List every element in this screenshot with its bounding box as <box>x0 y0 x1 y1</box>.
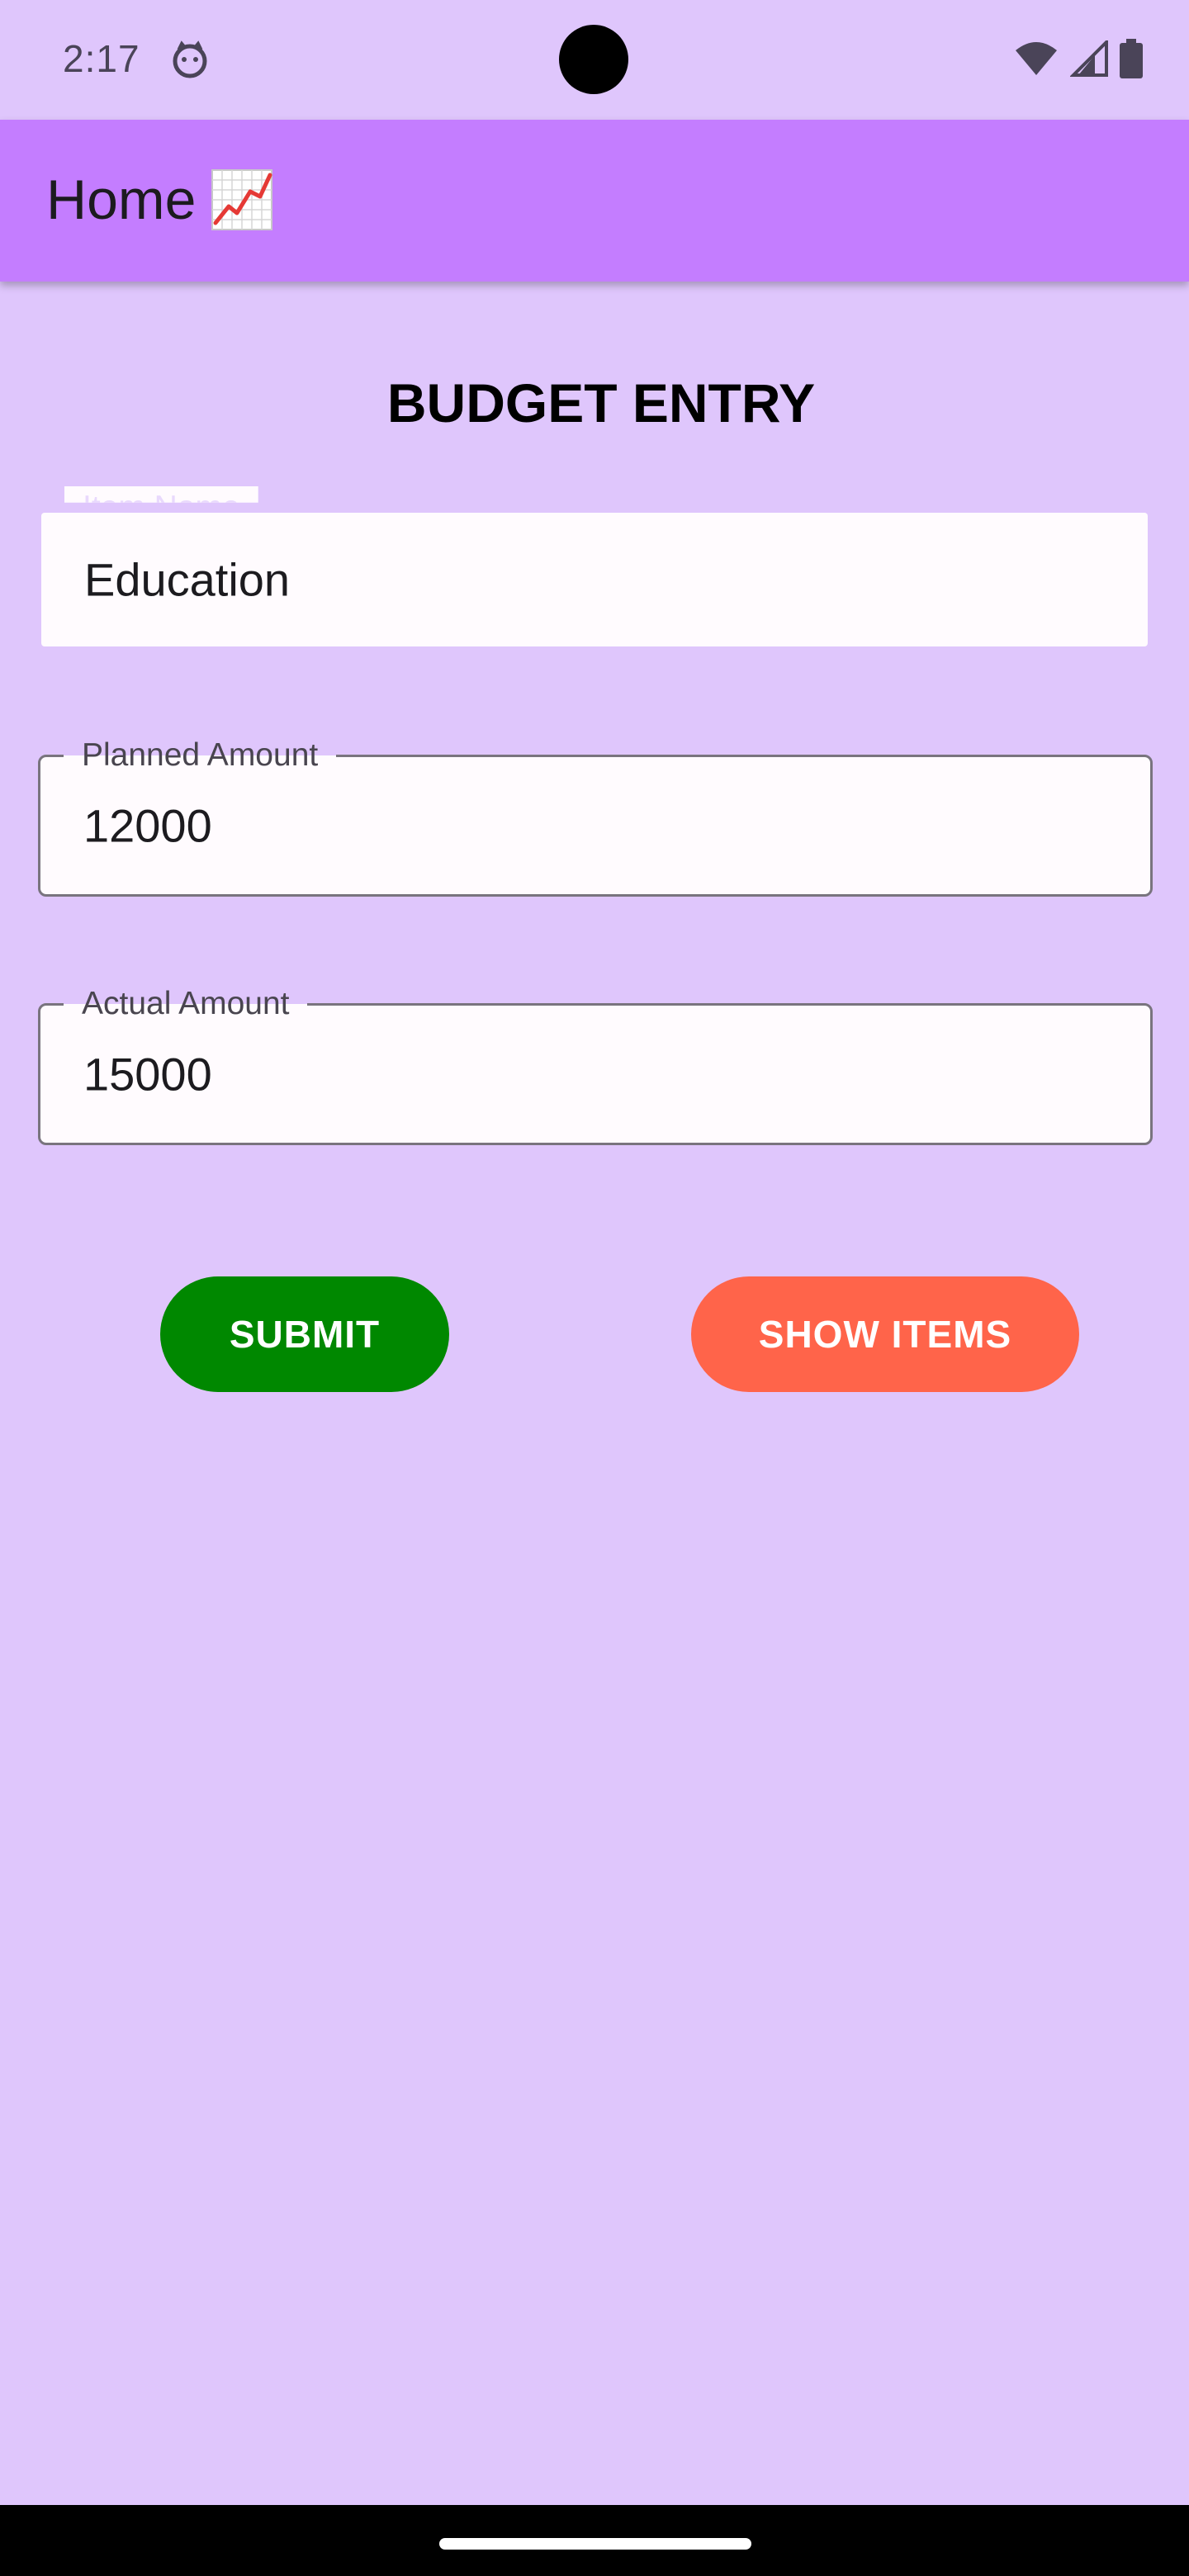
item-name-label: Item Name <box>64 486 258 503</box>
planned-amount-label: Planned Amount <box>64 734 337 777</box>
planned-amount-field[interactable]: Planned Amount <box>38 734 1153 897</box>
actual-amount-input[interactable] <box>83 1047 1074 1101</box>
actual-amount-label: Actual Amount <box>64 983 308 1025</box>
chart-increasing-icon <box>211 169 273 230</box>
app-title: Home <box>46 168 273 232</box>
submit-button[interactable]: SUBMIT <box>160 1276 449 1392</box>
page-heading: BUDGET ENTRY <box>386 372 816 433</box>
item-name-field[interactable]: Item Name <box>41 486 1148 646</box>
planned-amount-input[interactable] <box>83 798 1074 853</box>
app-screen: 2:17 Home BUDGET ENTRY Item Name Educati… <box>0 0 1189 2576</box>
wifi-icon <box>1016 42 1057 75</box>
notification-face-icon <box>173 40 207 78</box>
signal-icon <box>1070 40 1108 77</box>
battery-icon <box>1120 39 1143 78</box>
navigation-bar <box>0 2505 1189 2576</box>
home-gesture-handle[interactable] <box>439 2538 751 2550</box>
status-bar: 2:17 <box>0 0 1189 120</box>
show-items-button[interactable]: SHOW ITEMS <box>691 1276 1079 1392</box>
app-bar: Home <box>0 120 1189 282</box>
status-icons <box>1014 38 1143 79</box>
item-name-input[interactable] <box>84 552 1075 607</box>
status-time: 2:17 <box>63 37 140 80</box>
actual-amount-field[interactable]: Actual Amount <box>38 983 1153 1145</box>
app-title-text: Home <box>46 168 197 231</box>
camera-cutout <box>559 25 628 94</box>
